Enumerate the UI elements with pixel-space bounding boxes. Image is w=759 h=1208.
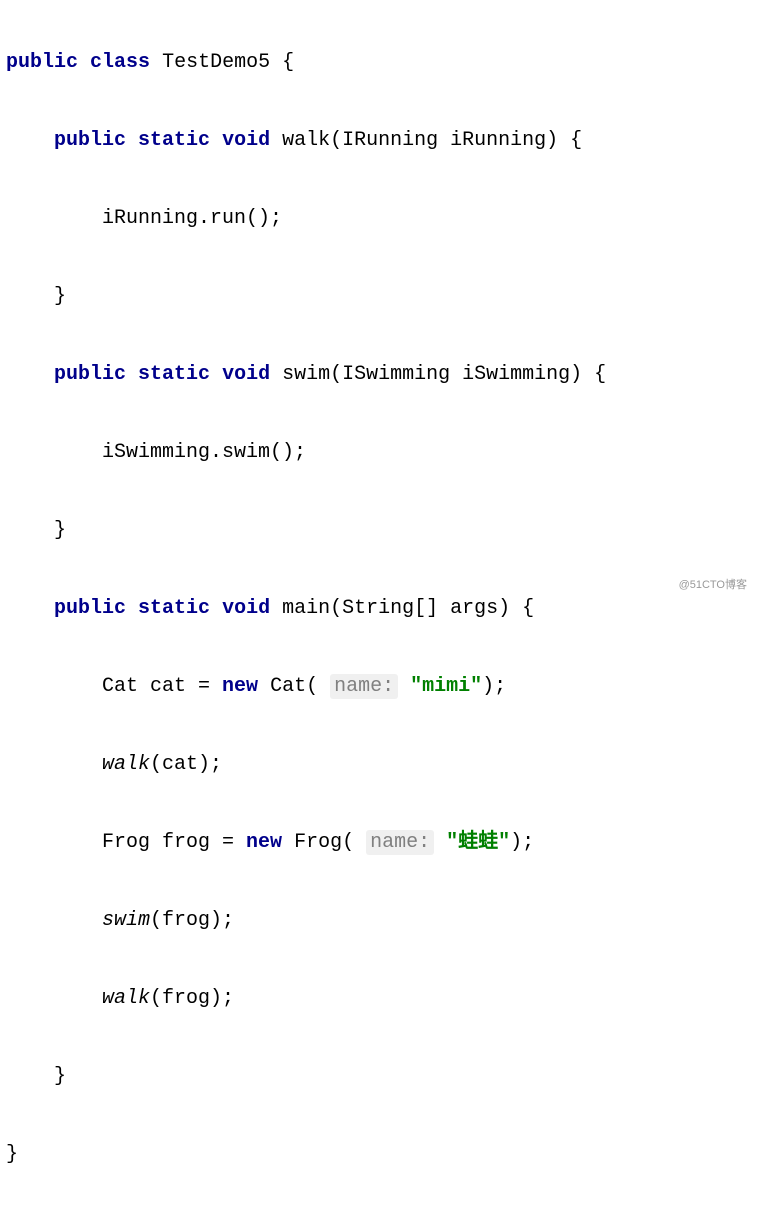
indent bbox=[6, 441, 102, 464]
args: (frog); bbox=[150, 987, 234, 1010]
indent bbox=[6, 519, 54, 542]
code-line: public static void swim(ISwimming iSwimm… bbox=[6, 355, 759, 394]
code-line: } bbox=[6, 1135, 759, 1174]
code-line: public static void walk(IRunning iRunnin… bbox=[6, 121, 759, 160]
watermark: @51CTO博客 bbox=[679, 575, 747, 596]
keyword-public: public bbox=[54, 129, 126, 152]
keyword-static: static bbox=[138, 129, 210, 152]
code-line: } bbox=[6, 277, 759, 316]
var-decl: Frog frog = bbox=[102, 831, 246, 854]
brace: } bbox=[54, 1065, 66, 1088]
method-name: main bbox=[282, 597, 330, 620]
params: (IRunning iRunning) { bbox=[330, 129, 582, 152]
code-line: } bbox=[6, 1057, 759, 1096]
keyword-void: void bbox=[222, 363, 270, 386]
keyword-static: static bbox=[138, 597, 210, 620]
static-call: walk bbox=[102, 987, 150, 1010]
args: (frog); bbox=[150, 909, 234, 932]
keyword-static: static bbox=[138, 363, 210, 386]
code-line: public static void main(String[] args) { bbox=[6, 589, 759, 628]
keyword-class: class bbox=[90, 51, 150, 74]
static-call: walk bbox=[102, 753, 150, 776]
code-line: walk(frog); bbox=[6, 979, 759, 1018]
indent bbox=[6, 129, 54, 152]
ctor-call: Cat( bbox=[258, 675, 318, 698]
code-line: iRunning.run(); bbox=[6, 199, 759, 238]
param-hint: name: bbox=[330, 674, 398, 699]
indent bbox=[6, 987, 102, 1010]
keyword-public: public bbox=[54, 363, 126, 386]
var-decl: Cat cat = bbox=[102, 675, 222, 698]
indent bbox=[6, 1065, 54, 1088]
brace: } bbox=[54, 285, 66, 308]
code-line: } bbox=[6, 511, 759, 550]
indent bbox=[6, 909, 102, 932]
code-block: public class TestDemo5 { public static v… bbox=[6, 4, 759, 1208]
method-name: swim bbox=[282, 363, 330, 386]
args: (cat); bbox=[150, 753, 222, 776]
indent bbox=[6, 753, 102, 776]
brace: } bbox=[54, 519, 66, 542]
hint-label: name: bbox=[370, 831, 430, 854]
brace: { bbox=[270, 51, 294, 74]
param-hint: name: bbox=[366, 830, 434, 855]
hint-label: name: bbox=[334, 675, 394, 698]
indent bbox=[6, 597, 54, 620]
code-line: public class TestDemo5 { bbox=[6, 43, 759, 82]
class-name: TestDemo5 bbox=[162, 51, 270, 74]
static-call: swim bbox=[102, 909, 150, 932]
stmt-end: ); bbox=[510, 831, 534, 854]
method-name: walk bbox=[282, 129, 330, 152]
keyword-public: public bbox=[6, 51, 78, 74]
string-literal: "蛙蛙" bbox=[446, 831, 510, 854]
indent bbox=[6, 675, 102, 698]
statement: iRunning.run(); bbox=[102, 207, 282, 230]
keyword-new: new bbox=[222, 675, 258, 698]
indent bbox=[6, 207, 102, 230]
code-line: Cat cat = new Cat( name: "mimi"); bbox=[6, 667, 759, 706]
indent bbox=[6, 831, 102, 854]
indent bbox=[6, 285, 54, 308]
params: (String[] args) { bbox=[330, 597, 534, 620]
statement: iSwimming.swim(); bbox=[102, 441, 306, 464]
code-line: swim(frog); bbox=[6, 901, 759, 940]
code-line: Frog frog = new Frog( name: "蛙蛙"); bbox=[6, 823, 759, 862]
keyword-public: public bbox=[54, 597, 126, 620]
keyword-void: void bbox=[222, 129, 270, 152]
brace: } bbox=[6, 1143, 18, 1166]
code-line: walk(cat); bbox=[6, 745, 759, 784]
string-literal: "mimi" bbox=[410, 675, 482, 698]
keyword-new: new bbox=[246, 831, 282, 854]
params: (ISwimming iSwimming) { bbox=[330, 363, 606, 386]
code-line: iSwimming.swim(); bbox=[6, 433, 759, 472]
keyword-void: void bbox=[222, 597, 270, 620]
indent bbox=[6, 363, 54, 386]
stmt-end: ); bbox=[482, 675, 506, 698]
ctor-call: Frog( bbox=[282, 831, 354, 854]
